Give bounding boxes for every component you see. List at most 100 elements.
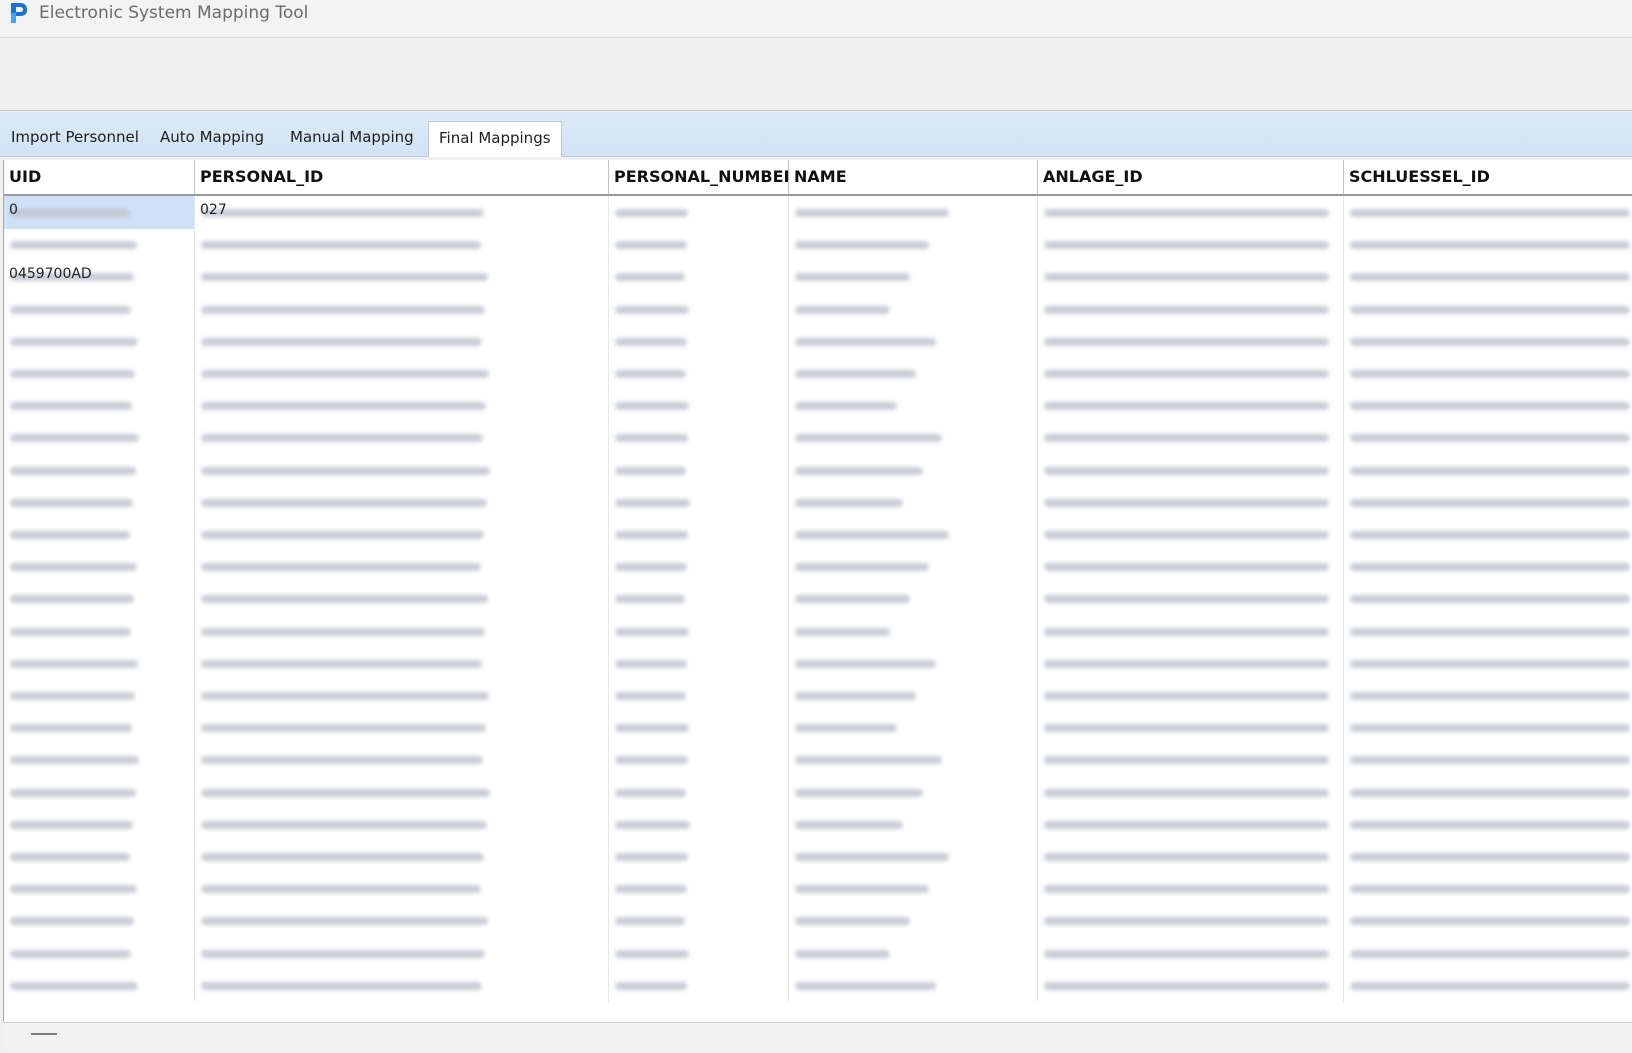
cell-schluessel-id[interactable] (1344, 228, 1632, 261)
cell-schluessel-id[interactable] (1344, 969, 1632, 1002)
cell-personal-id[interactable] (195, 357, 609, 390)
cell-anlage-id[interactable] (1038, 292, 1344, 326)
cell-anlage-id[interactable] (1038, 324, 1344, 358)
cell-personal-id[interactable] (195, 485, 609, 519)
cell-personal-id[interactable] (195, 292, 609, 326)
cell-personal-number[interactable] (609, 904, 789, 938)
cell-personal-number[interactable] (609, 485, 789, 519)
cell-uid[interactable] (4, 968, 195, 1002)
cell-schluessel-id[interactable] (1344, 679, 1632, 712)
cell-name[interactable] (789, 260, 1038, 294)
cell-name[interactable] (789, 485, 1038, 519)
cell-personal-id[interactable] (195, 614, 609, 648)
cell-personal-number[interactable] (609, 614, 789, 648)
column-header-name[interactable]: NAME (789, 160, 1038, 194)
cell-personal-id[interactable] (195, 389, 609, 423)
scroll-grip-icon[interactable] (31, 1033, 57, 1035)
tab-final-mappings[interactable]: Final Mappings (428, 121, 562, 157)
table-row[interactable] (4, 292, 1632, 326)
cell-anlage-id[interactable] (1038, 711, 1344, 745)
cell-schluessel-id[interactable] (1344, 840, 1632, 873)
table-row[interactable] (4, 614, 1632, 648)
cell-uid[interactable] (4, 324, 195, 358)
cell-schluessel-id[interactable] (1344, 550, 1632, 583)
cell-personal-number[interactable] (609, 968, 789, 1002)
cell-personal-id[interactable] (195, 324, 609, 358)
cell-personal-id[interactable] (195, 872, 609, 906)
cell-uid[interactable] (4, 228, 195, 262)
cell-uid[interactable] (4, 389, 195, 423)
cell-personal-number[interactable] (609, 936, 789, 970)
column-header-schluessel-id[interactable]: SCHLUESSEL_ID (1344, 160, 1632, 194)
cell-anlage-id[interactable] (1038, 357, 1344, 390)
cell-anlage-id[interactable] (1038, 485, 1344, 519)
cell-name[interactable] (789, 968, 1038, 1002)
cell-personal-number[interactable] (609, 357, 789, 390)
cell-name[interactable] (789, 453, 1038, 487)
cell-uid[interactable] (4, 292, 195, 326)
cell-anlage-id[interactable] (1038, 646, 1344, 680)
cell-uid[interactable] (4, 357, 195, 390)
cell-anlage-id[interactable] (1038, 550, 1344, 584)
cell-anlage-id[interactable] (1038, 260, 1344, 294)
cell-uid[interactable] (4, 711, 195, 745)
table-row[interactable] (4, 936, 1632, 970)
table-row[interactable]: 0459700AD (4, 260, 1632, 294)
cell-name[interactable] (789, 421, 1038, 455)
cell-personal-id[interactable] (195, 646, 609, 680)
cell-schluessel-id[interactable] (1344, 325, 1632, 358)
cell-personal-number[interactable] (609, 840, 789, 873)
cell-personal-id[interactable] (195, 518, 609, 551)
cell-personal-number[interactable] (609, 646, 789, 680)
cell-personal-number[interactable] (609, 260, 789, 294)
cell-anlage-id[interactable] (1038, 679, 1344, 712)
cell-schluessel-id[interactable] (1344, 808, 1632, 841)
cell-personal-number[interactable] (609, 775, 789, 809)
cell-name[interactable] (789, 614, 1038, 648)
cell-schluessel-id[interactable] (1344, 518, 1632, 551)
cell-personal-number[interactable] (609, 743, 789, 777)
cell-schluessel-id[interactable] (1344, 743, 1632, 776)
cell-personal-id[interactable] (195, 260, 609, 294)
cell-schluessel-id[interactable] (1344, 196, 1632, 229)
table-row[interactable] (4, 840, 1632, 873)
table-row[interactable] (4, 518, 1632, 551)
cell-uid[interactable] (4, 582, 195, 616)
cell-uid[interactable] (4, 743, 195, 777)
table-row[interactable] (4, 453, 1632, 487)
table-row[interactable] (4, 968, 1632, 1002)
cell-schluessel-id[interactable] (1344, 582, 1632, 615)
cell-uid[interactable]: 0 (4, 196, 195, 229)
table-row[interactable] (4, 807, 1632, 841)
cell-anlage-id[interactable] (1038, 840, 1344, 873)
tab-import-personnel[interactable]: Import Personnel (1, 121, 149, 153)
tab-manual-mapping[interactable]: Manual Mapping (280, 121, 424, 153)
cell-name[interactable] (789, 550, 1038, 584)
cell-name[interactable] (789, 292, 1038, 326)
cell-anlage-id[interactable] (1038, 421, 1344, 455)
cell-personal-number[interactable] (609, 518, 789, 551)
cell-schluessel-id[interactable] (1344, 872, 1632, 905)
cell-uid[interactable] (4, 840, 195, 873)
cell-personal-number[interactable] (609, 292, 789, 326)
cell-name[interactable] (789, 196, 1038, 229)
column-header-anlage-id[interactable]: ANLAGE_ID (1038, 160, 1344, 194)
mappings-table[interactable]: UID PERSONAL_ID PERSONAL_NUMBER NAME ANL… (3, 160, 1632, 1050)
cell-personal-number[interactable] (609, 550, 789, 584)
cell-name[interactable] (789, 904, 1038, 938)
cell-name[interactable] (789, 324, 1038, 358)
cell-anlage-id[interactable] (1038, 936, 1344, 970)
cell-schluessel-id[interactable] (1344, 421, 1632, 454)
table-row[interactable] (4, 389, 1632, 423)
cell-name[interactable] (789, 711, 1038, 745)
cell-name[interactable] (789, 743, 1038, 777)
cell-anlage-id[interactable] (1038, 743, 1344, 777)
cell-anlage-id[interactable] (1038, 196, 1344, 229)
cell-personal-id[interactable] (195, 968, 609, 1002)
cell-schluessel-id[interactable] (1344, 293, 1632, 326)
cell-uid[interactable] (4, 646, 195, 680)
table-row[interactable] (4, 743, 1632, 777)
tab-auto-mapping[interactable]: Auto Mapping (150, 121, 274, 153)
cell-personal-number[interactable] (609, 679, 789, 712)
cell-anlage-id[interactable] (1038, 453, 1344, 487)
